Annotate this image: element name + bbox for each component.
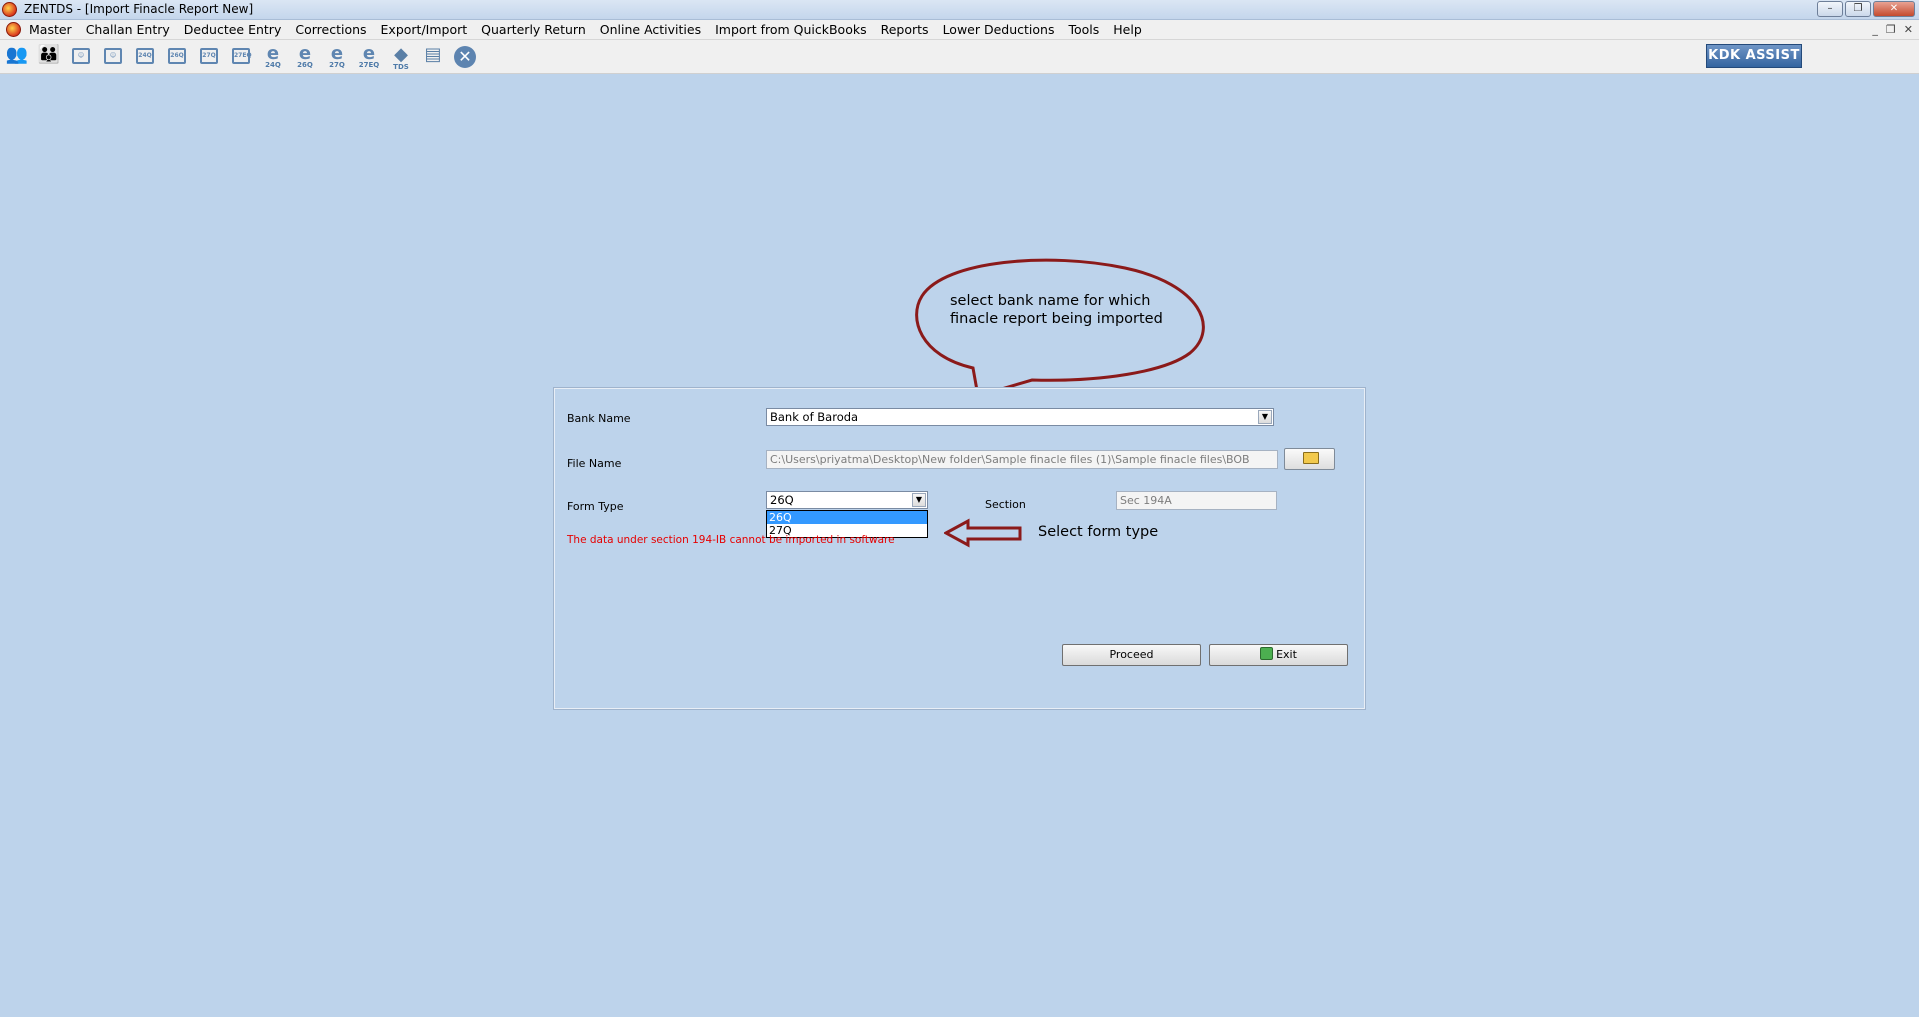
maximize-button[interactable]: ❐: [1845, 1, 1871, 17]
menu-bar: Master Challan Entry Deductee Entry Correct…: [0, 20, 1919, 40]
menu-item-reports[interactable]: Reports: [881, 22, 929, 37]
doc-glyph: ☺: [104, 48, 122, 64]
section-label: Section: [985, 498, 1026, 511]
toolbar: 👥 👪 ☺ ☺ 24Q 26Q 27Q 27EQ e 24Q e 26Q e 27Q e 27EQ ◆ TDS ▤ ✕…: [0, 40, 1919, 74]
section-value: Sec 194A: [1120, 494, 1172, 507]
folder-open-icon: [1303, 452, 1319, 464]
icon-sublabel: 26Q: [297, 61, 313, 69]
form-24q-icon[interactable]: 24Q: [132, 46, 158, 70]
doc-glyph: 26Q: [168, 48, 186, 64]
arrow-text: Select form type: [1038, 524, 1159, 540]
kdk-assist-button[interactable]: KDK ASSIST: [1706, 44, 1802, 68]
form-type-label: Form Type: [567, 500, 624, 513]
doc-glyph: ☺: [72, 48, 90, 64]
menu-item-lower-deductions[interactable]: Lower Deductions: [943, 22, 1055, 37]
file-name-label: File Name: [567, 457, 622, 470]
form-type-value: 26Q: [770, 493, 794, 507]
exit-label: Exit: [1276, 648, 1297, 661]
icon-sublabel: TDS: [393, 63, 409, 71]
menu-item-quarterly-return[interactable]: Quarterly Return: [481, 22, 586, 37]
close-circle-glyph: ✕: [454, 46, 476, 68]
doc-glyph: 27Q: [200, 48, 218, 64]
form-type-option[interactable]: 26Q: [767, 511, 927, 524]
minimize-button[interactable]: –: [1817, 1, 1843, 17]
menu-item-corrections[interactable]: Corrections: [295, 22, 366, 37]
report-icon[interactable]: ▤: [420, 46, 446, 70]
browse-button[interactable]: [1284, 448, 1335, 470]
mdi-close-button[interactable]: ✕: [1904, 23, 1913, 36]
icon-sublabel: 24Q: [265, 61, 281, 69]
menu-item-export-import[interactable]: Export/Import: [381, 22, 468, 37]
e-glyph: e: [330, 43, 344, 64]
mdi-controls: _ ❐ ✕: [1872, 23, 1913, 36]
icon-glyph: ▤: [424, 44, 442, 65]
icon-sublabel: 27EQ: [358, 61, 380, 69]
proceed-button[interactable]: Proceed: [1062, 644, 1201, 666]
e-glyph: e: [298, 43, 312, 64]
arrow-left-icon: [944, 518, 1022, 548]
e-glyph: e: [362, 43, 376, 64]
form-26q-icon[interactable]: 26Q: [164, 46, 190, 70]
app-logo-icon: [2, 2, 17, 17]
form-27q-icon[interactable]: 27Q: [196, 46, 222, 70]
menu-item-challan-entry[interactable]: Challan Entry: [86, 22, 170, 37]
section-field[interactable]: Sec 194A: [1116, 491, 1277, 510]
form-27eq-icon[interactable]: 27EQ: [228, 46, 254, 70]
menu-item-import-from-quickbooks[interactable]: Import from QuickBooks: [715, 22, 867, 37]
e-26q-icon[interactable]: e 26Q: [292, 43, 318, 70]
icon-glyph: ◆: [394, 44, 408, 65]
exit-icon: [1260, 647, 1274, 660]
annotation-bubble: [915, 258, 1205, 398]
proceed-label: Proceed: [1109, 648, 1154, 661]
doc-glyph: 24Q: [136, 48, 154, 64]
window-controls: – ❐ ✕: [1817, 1, 1915, 17]
deductee-doc-icon[interactable]: ☺: [100, 46, 126, 70]
e-24q-icon[interactable]: e 24Q: [260, 43, 286, 70]
chevron-down-icon[interactable]: ▼: [1258, 410, 1272, 424]
app-menu-icon[interactable]: [6, 22, 21, 37]
doc-glyph: 27EQ: [232, 48, 252, 64]
close-icon[interactable]: ✕: [452, 46, 478, 70]
bank-name-value: Bank of Baroda: [770, 410, 859, 424]
bank-name-select[interactable]: Bank of Baroda ▼: [766, 408, 1274, 426]
users-icon[interactable]: 👥: [4, 46, 30, 70]
menu-item-deductee-entry[interactable]: Deductee Entry: [184, 22, 282, 37]
file-name-value: C:\Users\priyatma\Desktop\New folder\Sam…: [770, 453, 1250, 466]
chevron-down-icon[interactable]: ▼: [912, 493, 926, 507]
menu-item-online-activities[interactable]: Online Activities: [600, 22, 701, 37]
tds-icon[interactable]: ◆ TDS: [388, 44, 414, 71]
file-name-field[interactable]: C:\Users\priyatma\Desktop\New folder\Sam…: [766, 450, 1278, 469]
bubble-outline: [915, 258, 1205, 398]
exit-button[interactable]: Exit: [1209, 644, 1348, 666]
mdi-restore-button[interactable]: ❐: [1886, 23, 1896, 36]
deductor-doc-icon[interactable]: ☺: [68, 46, 94, 70]
e-glyph: e: [266, 43, 280, 64]
form-type-select[interactable]: 26Q ▼: [766, 491, 928, 509]
import-warning: The data under section 194-IB cannot be …: [567, 534, 895, 546]
e-27eq-icon[interactable]: e 27EQ: [356, 43, 382, 70]
import-finacle-panel: Bank Name Bank of Baroda ▼ File Name C:\…: [553, 387, 1366, 710]
menu-item-help[interactable]: Help: [1113, 22, 1142, 37]
menu-item-tools[interactable]: Tools: [1068, 22, 1099, 37]
bank-name-label: Bank Name: [567, 412, 631, 425]
close-window-button[interactable]: ✕: [1873, 1, 1915, 17]
window-title: ZENTDS - [Import Finacle Report New]: [24, 2, 254, 16]
e-27q-icon[interactable]: e 27Q: [324, 43, 350, 70]
annotation-arrow: [944, 518, 1022, 548]
icon-glyph: 👥: [5, 44, 29, 65]
bubble-text: select bank name for which finacle repor…: [950, 293, 1163, 327]
group-icon[interactable]: 👪: [36, 46, 62, 70]
icon-sublabel: 27Q: [329, 61, 345, 69]
icon-glyph: 👪: [37, 44, 61, 65]
mdi-minimize-button[interactable]: _: [1872, 23, 1878, 36]
menu-item-master[interactable]: Master: [29, 22, 72, 37]
menu-list: Master Challan Entry Deductee Entry Correct…: [29, 22, 1156, 37]
toolbar-icons: 👥 👪 ☺ ☺ 24Q 26Q 27Q 27EQ e 24Q e 26Q e 27Q e 27EQ ◆ TDS ▤ ✕: [4, 43, 478, 71]
title-bar: ZENTDS - [Import Finacle Report New] – ❐…: [0, 0, 1919, 20]
